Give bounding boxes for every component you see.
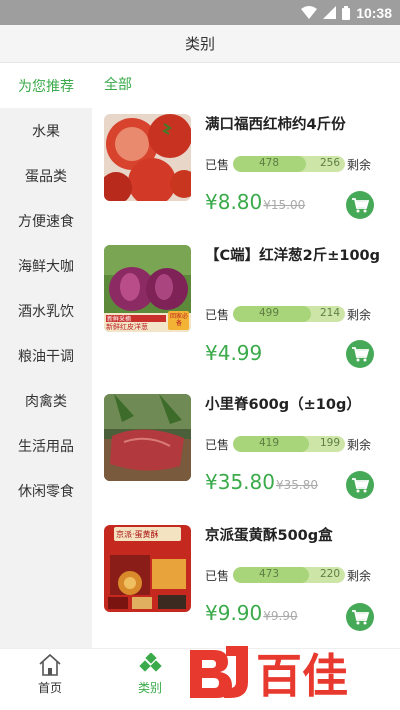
status-bar: 10:38 [0, 0, 400, 25]
product-name: 小里脊600g（±10g） [205, 397, 361, 413]
cart-icon [351, 609, 369, 624]
sidebar-item-label: 粮油干调 [18, 348, 74, 365]
original-price: ¥35.80 [275, 478, 318, 492]
watermark-text: 百佳 [256, 649, 348, 702]
product-card[interactable]: 满口福西红柿约4斤份 已售 478 256 剩余 ¥8.80¥15.00 [92, 114, 400, 234]
sidebar-item-eggs[interactable]: 蛋品类 [0, 153, 92, 198]
add-to-cart-button[interactable] [346, 340, 374, 368]
remaining-count: 214 [319, 307, 340, 319]
product-image-pastry[interactable]: 京派·蛋黄酥 [104, 525, 191, 612]
add-to-cart-button[interactable] [346, 471, 374, 499]
remaining-label: 剩余 [347, 307, 372, 322]
stock-progress-bar: 478 256 [233, 156, 345, 172]
current-price: ¥4.99 [205, 341, 263, 365]
remaining-count: 256 [319, 157, 340, 169]
sold-label: 已售 [205, 568, 230, 583]
stock-progress-bar: 499 214 [233, 306, 345, 322]
sold-count: 478 [259, 157, 280, 169]
sidebar-item-label: 肉禽类 [25, 393, 67, 410]
sidebar-item-label: 生活用品 [18, 438, 74, 455]
tab-label: 首页 [37, 681, 62, 695]
product-card[interactable]: 新鲜红皮洋葱 新鲜采摘 回家必备 【C端】红洋葱2斤±100g 已售 499 2… [92, 245, 400, 368]
filter-all-link[interactable]: 全部 [104, 74, 132, 94]
sidebar-item-instant-food[interactable]: 方便速食 [0, 198, 92, 243]
cart-icon [351, 477, 369, 492]
stock-row: 已售 419 199 剩余 [205, 435, 395, 453]
current-price: ¥9.90 [205, 601, 263, 625]
product-list-panel: 全部 满口福西红柿约4斤份 已售 478 256 剩余 ¥8.80¥15.00 … [92, 63, 400, 648]
original-price: ¥15.00 [263, 198, 306, 212]
product-price-row: ¥4.99 [205, 341, 263, 365]
tab-category[interactable]: 类别 [120, 653, 180, 696]
remaining-label: 剩余 [347, 437, 372, 452]
product-price-row: ¥35.80¥35.80 [205, 470, 318, 494]
image-badge-3: 回家必备 [169, 313, 188, 327]
add-to-cart-button[interactable] [346, 603, 374, 631]
battery-icon [342, 5, 351, 20]
sidebar-item-grain-oil[interactable]: 粮油干调 [0, 333, 92, 378]
status-icons: 10:38 [301, 3, 392, 22]
sidebar-item-label: 酒水乳饮 [18, 303, 74, 320]
tab-label: 类别 [137, 681, 162, 695]
stock-row: 已售 478 256 剩余 [205, 155, 395, 173]
category-sidebar: 为您推荐 水果 蛋品类 方便速食 海鲜大咖 酒水乳饮 粮油干调 肉禽类 生活用品… [0, 63, 92, 648]
app-bar: 类别 [0, 25, 400, 63]
sidebar-item-seafood[interactable]: 海鲜大咖 [0, 243, 92, 288]
add-to-cart-button[interactable] [346, 191, 374, 219]
product-price-row: ¥9.90¥9.90 [205, 601, 298, 625]
sidebar-item-drinks[interactable]: 酒水乳饮 [0, 288, 92, 333]
wifi-icon [301, 6, 318, 19]
product-card[interactable]: 京派·蛋黄酥 京派蛋黄酥500g盒 已售 473 220 剩余 ¥9.90¥9.… [92, 525, 400, 645]
tab-home[interactable]: 首页 [20, 653, 80, 696]
product-card[interactable]: 小里脊600g（±10g） 已售 419 199 剩余 ¥35.80¥35.80 [92, 394, 400, 514]
product-image-pork[interactable] [104, 394, 191, 481]
stock-progress-bar: 473 220 [233, 567, 345, 583]
remaining-label: 剩余 [347, 568, 372, 583]
current-price: ¥8.80 [205, 190, 263, 214]
sidebar-item-label: 为您推荐 [18, 78, 74, 95]
cart-icon [351, 346, 369, 361]
product-name: 【C端】红洋葱2斤±100g [205, 248, 381, 264]
image-badge-2: 新鲜采摘 [107, 316, 132, 323]
sidebar-item-fruit[interactable]: 水果 [0, 108, 92, 153]
sold-label: 已售 [205, 437, 230, 452]
sidebar-item-label: 休闲零食 [18, 483, 74, 500]
sold-count: 499 [259, 307, 280, 319]
page-title: 类别 [184, 35, 215, 53]
product-image-tomato[interactable] [104, 114, 191, 201]
home-icon [39, 653, 61, 676]
cart-icon [351, 197, 369, 212]
remaining-label: 剩余 [347, 157, 372, 172]
sold-count: 473 [259, 568, 280, 580]
image-badge-1: 新鲜红皮洋葱 [106, 323, 148, 331]
current-price: ¥35.80 [205, 470, 275, 494]
original-price: ¥9.90 [263, 609, 298, 623]
product-name: 满口福西红柿约4斤份 [205, 117, 346, 133]
product-image-onion[interactable]: 新鲜红皮洋葱 新鲜采摘 回家必备 [104, 245, 191, 332]
stock-progress-bar: 419 199 [233, 436, 345, 452]
image-badge-1: 京派·蛋黄酥 [116, 530, 159, 539]
product-price-row: ¥8.80¥15.00 [205, 190, 305, 214]
sold-count: 419 [259, 437, 280, 449]
remaining-count: 199 [319, 437, 340, 449]
screen: 10:38 类别 为您推荐 水果 蛋品类 方便速食 海鲜大咖 酒水乳饮 粮油干调… [0, 0, 400, 710]
sidebar-item-label: 水果 [32, 123, 60, 140]
sidebar-item-label: 蛋品类 [25, 168, 67, 185]
sold-label: 已售 [205, 307, 230, 322]
sidebar-item-daily-goods[interactable]: 生活用品 [0, 423, 92, 468]
status-time: 10:38 [356, 4, 392, 21]
sold-label: 已售 [205, 157, 230, 172]
stock-row: 已售 499 214 剩余 [205, 305, 395, 323]
sidebar-item-recommended[interactable]: 为您推荐 [0, 63, 92, 108]
stock-row: 已售 473 220 剩余 [205, 566, 395, 584]
product-name: 京派蛋黄酥500g盒 [205, 528, 333, 544]
remaining-count: 220 [319, 568, 340, 580]
sidebar-item-label: 方便速食 [18, 213, 74, 230]
signal-icon [323, 6, 337, 19]
sidebar-item-label: 海鲜大咖 [18, 258, 74, 275]
sidebar-item-snacks[interactable]: 休闲零食 [0, 468, 92, 513]
sidebar-item-meat[interactable]: 肉禽类 [0, 378, 92, 423]
category-icon [139, 653, 162, 672]
watermark-logo: 百佳 [186, 640, 378, 703]
